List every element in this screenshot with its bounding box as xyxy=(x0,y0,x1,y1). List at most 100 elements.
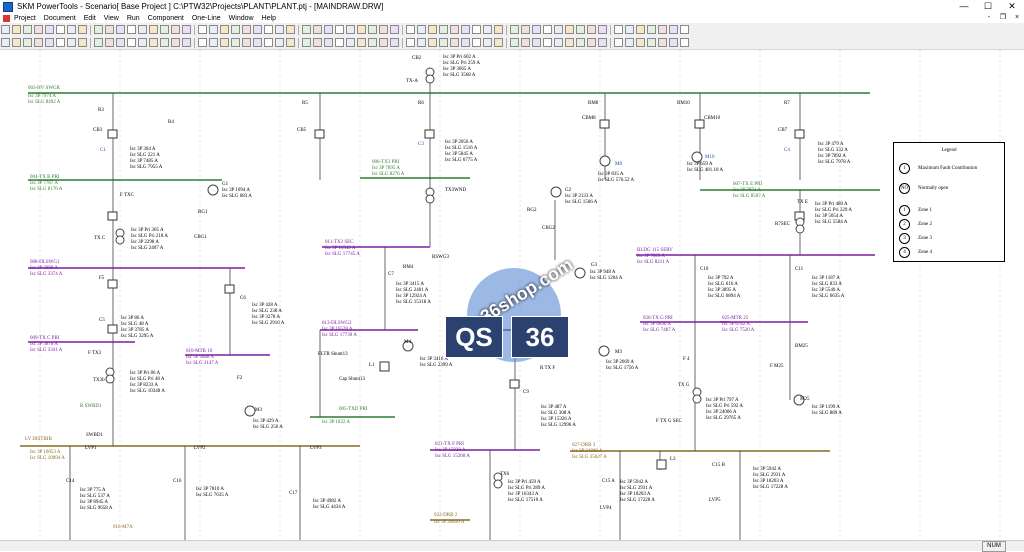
toolbar-button-icon[interactable] xyxy=(313,25,322,34)
menu-one-line[interactable]: One-Line xyxy=(192,15,221,22)
toolbar-button-icon[interactable] xyxy=(614,38,623,47)
toolbar-button-icon[interactable] xyxy=(450,38,459,47)
toolbar-button-icon[interactable] xyxy=(149,38,158,47)
document-icon[interactable] xyxy=(3,14,10,22)
menu-help[interactable]: Help xyxy=(262,15,276,22)
toolbar-button-icon[interactable] xyxy=(264,38,273,47)
toolbar-button-icon[interactable] xyxy=(472,38,481,47)
toolbar-button-icon[interactable] xyxy=(658,38,667,47)
menu-run[interactable]: Run xyxy=(127,15,140,22)
toolbar-button-icon[interactable] xyxy=(302,38,311,47)
toolbar-button-icon[interactable] xyxy=(587,25,596,34)
toolbar-button-icon[interactable] xyxy=(45,38,54,47)
toolbar-button-icon[interactable] xyxy=(368,25,377,34)
toolbar-button-icon[interactable] xyxy=(286,25,295,34)
toolbar-button-icon[interactable] xyxy=(198,38,207,47)
toolbar-button-icon[interactable] xyxy=(417,25,426,34)
toolbar-button-icon[interactable] xyxy=(439,38,448,47)
toolbar-button-icon[interactable] xyxy=(565,38,574,47)
toolbar-button-icon[interactable] xyxy=(94,25,103,34)
toolbar-button-icon[interactable] xyxy=(658,25,667,34)
toolbar-button-icon[interactable] xyxy=(510,38,519,47)
toolbar-button-icon[interactable] xyxy=(138,38,147,47)
toolbar-button-icon[interactable] xyxy=(105,38,114,47)
toolbar-button-icon[interactable] xyxy=(614,25,623,34)
toolbar-button-icon[interactable] xyxy=(105,25,114,34)
toolbar-button-icon[interactable] xyxy=(220,38,229,47)
toolbar-button-icon[interactable] xyxy=(182,25,191,34)
maximize-button[interactable]: ☐ xyxy=(976,0,1000,13)
toolbar-button-icon[interactable] xyxy=(647,38,656,47)
toolbar-button-icon[interactable] xyxy=(390,38,399,47)
toolbar-button-icon[interactable] xyxy=(636,25,645,34)
toolbar-button-icon[interactable] xyxy=(461,38,470,47)
toolbar-button-icon[interactable] xyxy=(67,25,76,34)
toolbar-button-icon[interactable] xyxy=(346,38,355,47)
doc-restore-button[interactable]: ❐ xyxy=(996,13,1010,23)
toolbar-button-icon[interactable] xyxy=(461,25,470,34)
toolbar-button-icon[interactable] xyxy=(56,25,65,34)
toolbar-button-icon[interactable] xyxy=(543,38,552,47)
menu-component[interactable]: Component xyxy=(148,15,184,22)
toolbar-button-icon[interactable] xyxy=(253,25,262,34)
toolbar-button-icon[interactable] xyxy=(56,38,65,47)
toolbar-button-icon[interactable] xyxy=(149,25,158,34)
toolbar-button-icon[interactable] xyxy=(160,38,169,47)
toolbar-button-icon[interactable] xyxy=(275,38,284,47)
toolbar-button-icon[interactable] xyxy=(231,38,240,47)
toolbar-button-icon[interactable] xyxy=(598,38,607,47)
toolbar-button-icon[interactable] xyxy=(45,25,54,34)
toolbar-button-icon[interactable] xyxy=(34,25,43,34)
toolbar-button-icon[interactable] xyxy=(357,38,366,47)
toolbar-button-icon[interactable] xyxy=(390,25,399,34)
toolbar-button-icon[interactable] xyxy=(587,38,596,47)
toolbar-button-icon[interactable] xyxy=(636,38,645,47)
toolbar-button-icon[interactable] xyxy=(598,25,607,34)
toolbar-button-icon[interactable] xyxy=(554,25,563,34)
toolbar-button-icon[interactable] xyxy=(494,38,503,47)
toolbar-button-icon[interactable] xyxy=(264,25,273,34)
toolbar-button-icon[interactable] xyxy=(647,25,656,34)
one-line-drawing[interactable]: CB2 TX-A Isc 3P Pri 602 A Isc SLG Pri 259 A… xyxy=(0,50,1024,540)
toolbar-button-icon[interactable] xyxy=(406,38,415,47)
toolbar-button-icon[interactable] xyxy=(346,25,355,34)
toolbar-button-icon[interactable] xyxy=(554,38,563,47)
toolbar-button-icon[interactable] xyxy=(439,25,448,34)
menu-project[interactable]: Project xyxy=(14,15,36,22)
toolbar-button-icon[interactable] xyxy=(324,25,333,34)
menu-edit[interactable]: Edit xyxy=(84,15,96,22)
menu-view[interactable]: View xyxy=(104,15,119,22)
toolbar-button-icon[interactable] xyxy=(1,25,10,34)
toolbar-button-icon[interactable] xyxy=(171,25,180,34)
toolbar-button-icon[interactable] xyxy=(127,25,136,34)
toolbar-button-icon[interactable] xyxy=(275,25,284,34)
doc-minimize-button[interactable]: - xyxy=(982,13,996,23)
toolbar-button-icon[interactable] xyxy=(532,38,541,47)
toolbar-button-icon[interactable] xyxy=(335,38,344,47)
toolbar-button-icon[interactable] xyxy=(209,25,218,34)
toolbar-button-icon[interactable] xyxy=(12,38,21,47)
toolbar-button-icon[interactable] xyxy=(428,25,437,34)
toolbar-button-icon[interactable] xyxy=(324,38,333,47)
toolbar-button-icon[interactable] xyxy=(253,38,262,47)
toolbar-button-icon[interactable] xyxy=(576,38,585,47)
minimize-button[interactable]: — xyxy=(952,0,976,13)
toolbar-button-icon[interactable] xyxy=(78,25,87,34)
toolbar-button-icon[interactable] xyxy=(286,38,295,47)
toolbar-button-icon[interactable] xyxy=(242,25,251,34)
toolbar-button-icon[interactable] xyxy=(335,25,344,34)
toolbar-button-icon[interactable] xyxy=(182,38,191,47)
toolbar-button-icon[interactable] xyxy=(543,25,552,34)
toolbar-button-icon[interactable] xyxy=(368,38,377,47)
toolbar-button-icon[interactable] xyxy=(406,25,415,34)
toolbar-button-icon[interactable] xyxy=(357,25,366,34)
toolbar-button-icon[interactable] xyxy=(417,38,426,47)
toolbar-button-icon[interactable] xyxy=(472,25,481,34)
toolbar-button-icon[interactable] xyxy=(680,38,689,47)
toolbar-button-icon[interactable] xyxy=(127,38,136,47)
toolbar-button-icon[interactable] xyxy=(428,38,437,47)
doc-close-button[interactable]: × xyxy=(1010,13,1024,23)
toolbar-button-icon[interactable] xyxy=(494,25,503,34)
toolbar-button-icon[interactable] xyxy=(220,25,229,34)
toolbar-button-icon[interactable] xyxy=(379,25,388,34)
